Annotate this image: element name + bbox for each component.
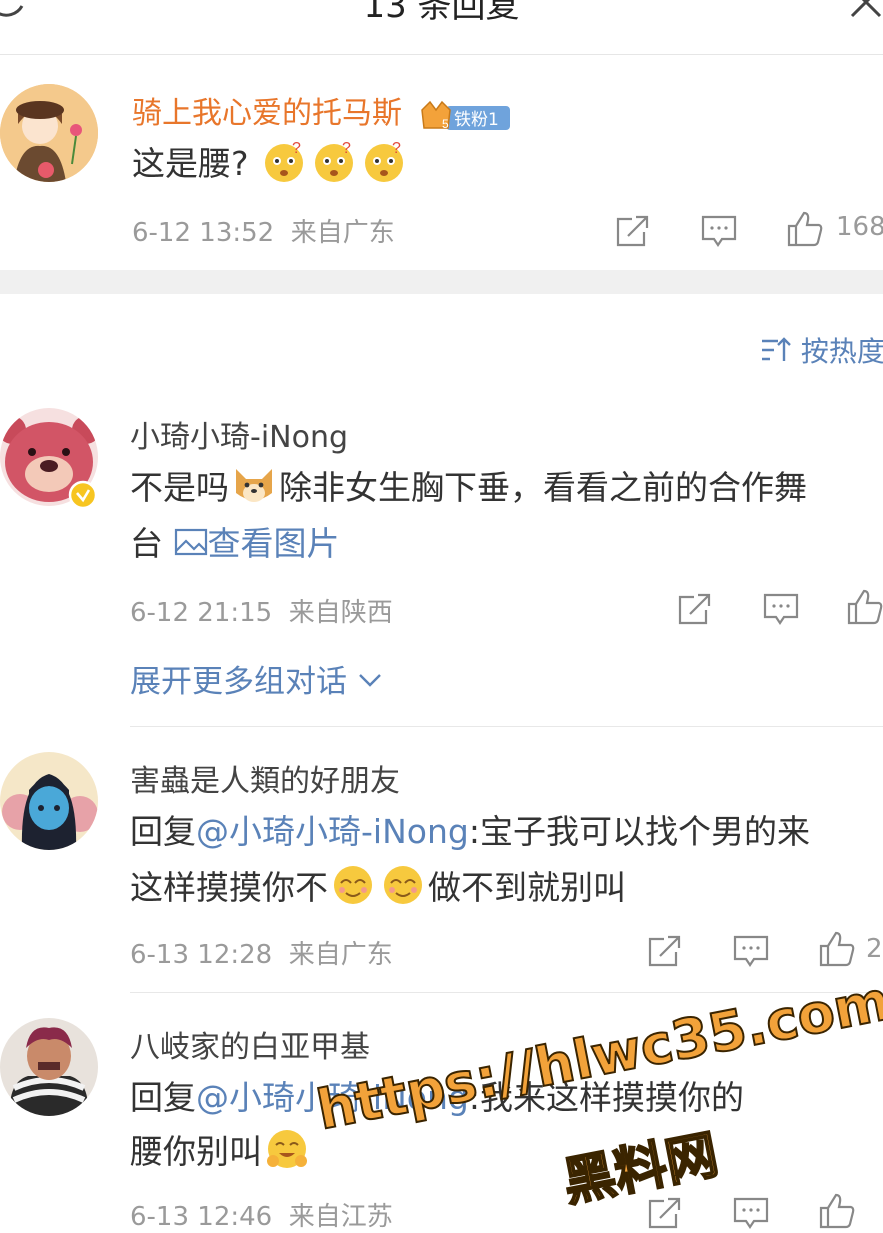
like-count: 168 (836, 212, 883, 242)
main-comment-username[interactable]: 骑上我心爱的托马斯 5 铁粉1 (132, 88, 512, 132)
reply-text-part: 不是吗 (130, 468, 229, 507)
hug-emoji-icon (265, 1127, 309, 1171)
fan-level-text: 5 (442, 117, 449, 131)
smile-emoji-icon (331, 863, 375, 907)
reply-prefix: 回复 (130, 1078, 196, 1117)
comment-text: 这是腰? (132, 144, 249, 183)
svg-text:?: ? (342, 140, 351, 157)
reply-text-part: 做不到就别叫 (428, 868, 626, 907)
smile-emoji-icon (381, 863, 425, 907)
location: 来自陕西 (288, 598, 393, 628)
location: 来自广东 (288, 940, 393, 970)
svg-text:?: ? (392, 140, 401, 157)
location: 来自广东 (290, 218, 395, 248)
reply-username[interactable]: 八岐家的白亚甲基 (130, 1022, 370, 1066)
reply-meta: 6-13 12:28 来自广东 (130, 934, 393, 971)
page-title: 13 条回复 (363, 0, 520, 26)
mention-link[interactable]: @小琦小琦-iNong (196, 812, 469, 851)
sort-icon (762, 337, 791, 361)
comment-icon[interactable] (732, 932, 770, 970)
like-icon[interactable] (818, 930, 856, 968)
view-image-label: 查看图片 (207, 524, 340, 563)
main-comment-text: 这是腰? ??? (132, 136, 409, 192)
reply-prefix: 回复 (130, 812, 196, 851)
share-icon[interactable] (646, 932, 684, 970)
svg-text:?: ? (292, 140, 301, 157)
confused-emoji-icon: ? (362, 139, 406, 183)
reply-meta: 6-13 12:46 来自江苏 (130, 1196, 393, 1233)
verified-icon (68, 480, 98, 510)
reply-username[interactable]: 小琦小琦-iNong (130, 412, 348, 456)
avatar[interactable] (0, 1018, 98, 1116)
avatar-character-icon (0, 1018, 98, 1116)
reply-text-part: 除非女生胸下垂，看看之前的合作舞 (279, 468, 807, 507)
comment-icon[interactable] (732, 1194, 770, 1232)
username-text: 骑上我心爱的托马斯 (132, 96, 402, 131)
reply-text: 不是吗 除非女生胸下垂，看看之前的合作舞 (130, 460, 807, 516)
reply-text-line2: 这样摸摸你不 做不到就别叫 (130, 860, 626, 916)
chevron-down-icon (359, 674, 381, 687)
share-icon[interactable] (614, 212, 652, 250)
timestamp: 6-12 13:52 (132, 218, 275, 248)
expand-conversation-link[interactable]: 展开更多组对话 (130, 656, 383, 701)
main-comment-meta: 6-12 13:52 来自广东 (132, 212, 395, 249)
reply-text-part: 腰你别叫 (130, 1132, 262, 1171)
confused-emoji-icon: ? (262, 139, 306, 183)
reply-text-part: 这样摸摸你不 (130, 868, 328, 907)
watermark-name: 黑料网 (557, 1124, 724, 1215)
timestamp: 6-13 12:46 (130, 1202, 273, 1232)
close-icon[interactable] (846, 0, 883, 22)
location: 来自江苏 (288, 1202, 393, 1232)
top-bar: 13 条回复 (0, 0, 883, 55)
like-count: 2 (866, 934, 883, 964)
reply-text-line2: 腰你别叫 (130, 1124, 312, 1180)
reply-text-line2: 台 查看图片 (130, 516, 340, 572)
like-icon[interactable] (846, 588, 883, 626)
like-icon[interactable] (786, 210, 824, 248)
reply-text: 回复@小琦小琦-iNong:宝子我可以找个男的来 (130, 804, 810, 860)
expand-label: 展开更多组对话 (130, 664, 347, 700)
sort-toggle[interactable]: 按热度 (760, 330, 883, 370)
fan-badge-text: 铁粉1 (454, 110, 499, 130)
divider (130, 726, 883, 727)
reply-text-part: 台 (130, 524, 163, 563)
avatar-girl-icon (0, 84, 98, 182)
comment-icon[interactable] (762, 590, 800, 628)
view-image-link[interactable]: 查看图片 (174, 524, 340, 563)
image-icon (174, 528, 207, 556)
reply-meta: 6-12 21:15 来自陕西 (130, 592, 393, 629)
avatar[interactable] (0, 84, 98, 182)
avatar-anime-icon (0, 752, 98, 850)
confused-emoji-icon: ? (312, 139, 356, 183)
comment-icon[interactable] (700, 212, 738, 250)
timestamp: 6-13 12:28 (130, 940, 273, 970)
timestamp: 6-12 21:15 (130, 598, 273, 628)
section-separator (0, 270, 883, 294)
share-icon[interactable] (676, 590, 714, 628)
fan-badge: 5 铁粉1 (420, 97, 512, 133)
like-icon[interactable] (818, 1192, 856, 1230)
reply-text-part: :宝子我可以找个男的来 (468, 812, 810, 851)
reply-username[interactable]: 害蟲是人類的好朋友 (130, 756, 400, 800)
avatar[interactable] (0, 752, 98, 850)
doge-emoji-icon (232, 463, 276, 507)
sort-label: 按热度 (800, 335, 883, 368)
